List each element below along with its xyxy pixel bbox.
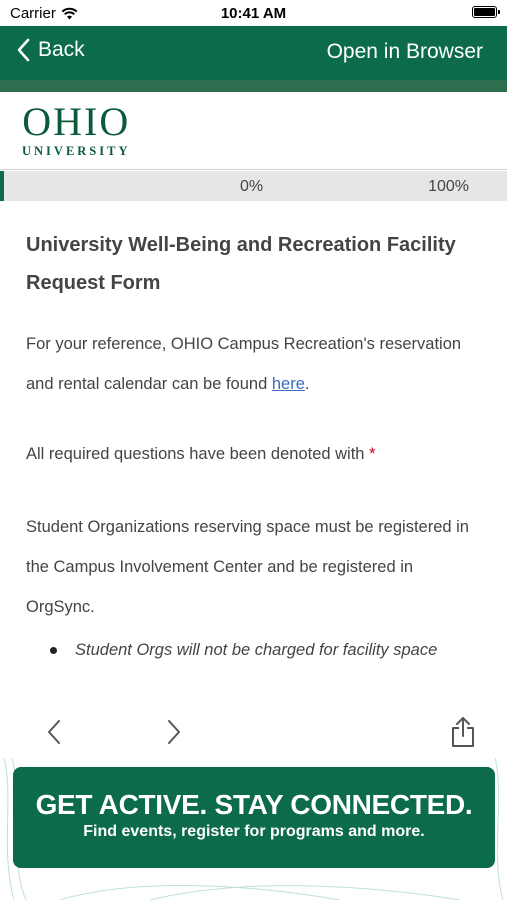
reference-text: For your reference, OHIO Campus Recreati… <box>26 335 462 393</box>
student-orgs-paragraph: Student Organizations reserving space mu… <box>26 518 469 616</box>
logo-wordmark: OHIO <box>22 99 131 144</box>
chevron-left-icon <box>17 38 30 62</box>
required-note: All required questions have been denoted… <box>26 434 486 474</box>
chevron-left-icon <box>48 720 60 744</box>
clock: 10:41 AM <box>220 5 287 22</box>
chevron-right-icon <box>168 720 180 744</box>
progress-fill <box>0 171 4 201</box>
ohio-university-logo[interactable]: OHIO UNIVERSITY <box>22 102 131 159</box>
toolbar-forward-button[interactable] <box>154 712 194 752</box>
promo-banner[interactable]: GET ACTIVE. STAY CONNECTED. Find events,… <box>13 767 495 868</box>
back-label: Back <box>38 38 85 61</box>
nav-bar: Back Open in Browser <box>0 26 507 80</box>
form-content: University Well-Being and Recreation Fac… <box>26 226 486 696</box>
browser-toolbar <box>0 706 507 758</box>
list-item: Student Orgs will not be charged for fac… <box>50 639 486 661</box>
open-in-browser-button[interactable]: Open in Browser <box>327 40 483 64</box>
banner-subtitle: Find events, register for programs and m… <box>83 823 425 840</box>
banner-title: GET ACTIVE. STAY CONNECTED. <box>35 789 473 820</box>
logo-subtitle: UNIVERSITY <box>22 144 131 158</box>
share-button[interactable] <box>443 712 483 752</box>
progress-end-label: 100% <box>428 178 469 195</box>
back-button[interactable]: Back <box>16 38 85 62</box>
toolbar-back-button[interactable] <box>34 712 74 752</box>
bullet-icon <box>50 647 57 654</box>
status-bar: Carrier 10:41 AM <box>0 0 507 26</box>
reference-paragraph: For your reference, OHIO Campus Recreati… <box>26 324 486 404</box>
share-icon <box>452 717 474 747</box>
form-progress-bar: 0% 100% <box>0 171 507 201</box>
required-asterisk: * <box>369 445 376 463</box>
calendar-link[interactable]: here <box>272 375 305 393</box>
nav-divider <box>0 80 507 92</box>
battery-icon <box>472 6 500 18</box>
required-text: All required questions have been denoted… <box>26 445 370 463</box>
banner-area: GET ACTIVE. STAY CONNECTED. Find events,… <box>0 758 507 900</box>
form-title: University Well-Being and Recreation Fac… <box>26 234 456 294</box>
reference-end: . <box>304 375 310 393</box>
progress-start-label: 0% <box>240 178 264 195</box>
site-header: OHIO UNIVERSITY <box>0 92 507 170</box>
bullet-text: Student Orgs will not be charged for fac… <box>75 641 438 659</box>
